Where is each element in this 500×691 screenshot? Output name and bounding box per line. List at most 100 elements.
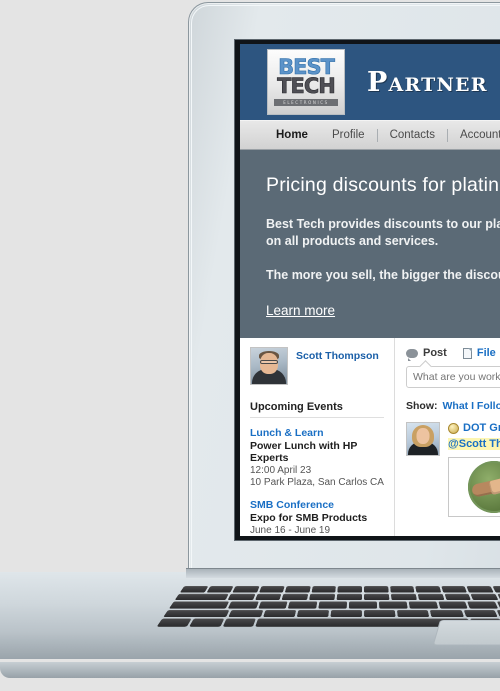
key bbox=[389, 586, 415, 593]
post-author-link[interactable]: DOT Group bbox=[463, 422, 500, 434]
tab-file[interactable]: File bbox=[462, 347, 496, 359]
nav-item-home[interactable]: Home bbox=[264, 129, 320, 141]
laptop-base-front-edge bbox=[0, 662, 500, 678]
key bbox=[232, 586, 260, 593]
keyboard-row bbox=[174, 593, 500, 601]
key bbox=[430, 609, 464, 618]
best-tech-logo[interactable]: BEST TECH ELECTRONICS bbox=[267, 49, 345, 115]
event-location: 10 Park Plaza, San Carlos CA bbox=[250, 477, 384, 488]
key bbox=[254, 593, 282, 601]
key bbox=[227, 601, 259, 609]
key bbox=[262, 609, 296, 618]
key bbox=[417, 593, 445, 601]
tab-post[interactable]: Post bbox=[406, 347, 447, 361]
event-category-link[interactable]: Lunch & Learn bbox=[250, 427, 384, 439]
promo-banner: Pricing discounts for platinum Best Tech… bbox=[240, 150, 500, 338]
banner-paragraph-1-line-2: on all products and services. bbox=[266, 234, 439, 248]
main-navigation: Home Profile Contacts Accounts Leads bbox=[240, 120, 500, 150]
feed-filter-row: Show: What I Follow bbox=[406, 400, 500, 412]
event-item: Lunch & Learn Power Lunch with HP Expert… bbox=[250, 427, 384, 488]
nav-item-profile[interactable]: Profile bbox=[320, 129, 377, 141]
content-panels: Scott Thompson Upcoming Events Lunch & L… bbox=[240, 338, 500, 536]
key bbox=[285, 586, 311, 593]
key bbox=[222, 618, 257, 627]
avatar[interactable] bbox=[250, 347, 288, 385]
key bbox=[337, 586, 363, 593]
event-item: SMB Conference Expo for SMB Products Jun… bbox=[250, 499, 384, 536]
sidebar: Scott Thompson Upcoming Events Lunch & L… bbox=[240, 338, 395, 536]
logo-subtitle: ELECTRONICS bbox=[274, 99, 338, 106]
banner-title: Pricing discounts for platinum bbox=[266, 174, 500, 196]
key bbox=[309, 593, 336, 601]
upcoming-events-heading: Upcoming Events bbox=[250, 401, 384, 418]
key bbox=[281, 593, 309, 601]
key bbox=[390, 593, 417, 601]
nav-item-contacts[interactable]: Contacts bbox=[378, 129, 447, 141]
user-name-link[interactable]: Scott Thompson bbox=[296, 350, 379, 362]
logo-line-2: TECH bbox=[277, 74, 336, 98]
banner-paragraph-1: Best Tech provides discounts to our plat… bbox=[266, 216, 500, 250]
banner-paragraph-1-line-1: Best Tech provides discounts to our plat… bbox=[266, 217, 500, 231]
key bbox=[336, 593, 362, 601]
key bbox=[438, 601, 469, 609]
keyboard-row bbox=[169, 601, 500, 609]
tab-post-label: Post bbox=[423, 347, 447, 359]
learn-more-link[interactable]: Learn more bbox=[266, 303, 335, 318]
key bbox=[364, 593, 390, 601]
key bbox=[258, 586, 285, 593]
post-author-avatar[interactable] bbox=[406, 422, 440, 456]
glasses-icon bbox=[260, 360, 278, 364]
show-label: Show: bbox=[406, 400, 438, 412]
key bbox=[227, 593, 256, 601]
key bbox=[174, 593, 229, 601]
event-category-link[interactable]: SMB Conference bbox=[250, 499, 384, 511]
tab-file-label: File bbox=[476, 347, 496, 359]
feed-tabs: Post File bbox=[406, 347, 500, 361]
event-name: Expo for SMB Products bbox=[250, 512, 368, 524]
key bbox=[415, 586, 441, 593]
laptop-screen: BEST TECH ELECTRONICS Partner Home Profi… bbox=[240, 44, 500, 536]
key bbox=[156, 618, 193, 627]
feed-filter-value[interactable]: What I Follow bbox=[443, 400, 500, 412]
activity-feed: Post File Show: What I Follow bbox=[395, 338, 500, 536]
post-avatar-face bbox=[416, 428, 430, 444]
key bbox=[378, 601, 408, 609]
post-composer-input[interactable] bbox=[413, 371, 500, 383]
key bbox=[348, 601, 378, 609]
key bbox=[397, 609, 430, 618]
handshake-hand-right bbox=[488, 474, 500, 496]
site-header: BEST TECH ELECTRONICS Partner bbox=[240, 44, 500, 120]
post-body: DOT Group @Scott Thompson bbox=[448, 422, 500, 517]
key bbox=[318, 601, 348, 609]
key bbox=[163, 609, 230, 618]
feed-post: DOT Group @Scott Thompson bbox=[406, 422, 500, 517]
key bbox=[330, 609, 362, 618]
post-attachment-thumbnail[interactable] bbox=[448, 457, 500, 517]
user-summary: Scott Thompson bbox=[250, 347, 384, 385]
group-badge-icon bbox=[448, 422, 459, 434]
event-time: June 16 - June 19 bbox=[250, 525, 331, 536]
page-title: Partner bbox=[367, 66, 488, 98]
post-mention[interactable]: @Scott Thompson bbox=[448, 438, 500, 450]
event-name: Power Lunch with HP Experts bbox=[250, 440, 358, 464]
keyboard-row bbox=[163, 609, 500, 618]
nav-item-accounts[interactable]: Accounts bbox=[448, 129, 500, 141]
key bbox=[364, 609, 396, 618]
file-icon bbox=[462, 347, 472, 359]
key bbox=[169, 601, 229, 609]
laptop-trackpad[interactable] bbox=[432, 620, 500, 646]
keyboard-row bbox=[179, 586, 500, 593]
key bbox=[408, 601, 438, 609]
post-composer[interactable] bbox=[406, 366, 500, 388]
handshake-icon bbox=[468, 461, 500, 513]
speech-bubble-icon bbox=[406, 348, 418, 361]
key bbox=[206, 586, 234, 593]
key bbox=[257, 601, 288, 609]
laptop-hinge bbox=[186, 568, 500, 578]
screenshot-stage: BEST TECH ELECTRONICS Partner Home Profi… bbox=[0, 0, 500, 691]
key bbox=[296, 609, 329, 618]
key bbox=[179, 586, 208, 593]
event-time: 12:00 April 23 bbox=[250, 465, 312, 476]
key bbox=[189, 618, 225, 627]
post-header: DOT Group bbox=[448, 422, 500, 434]
